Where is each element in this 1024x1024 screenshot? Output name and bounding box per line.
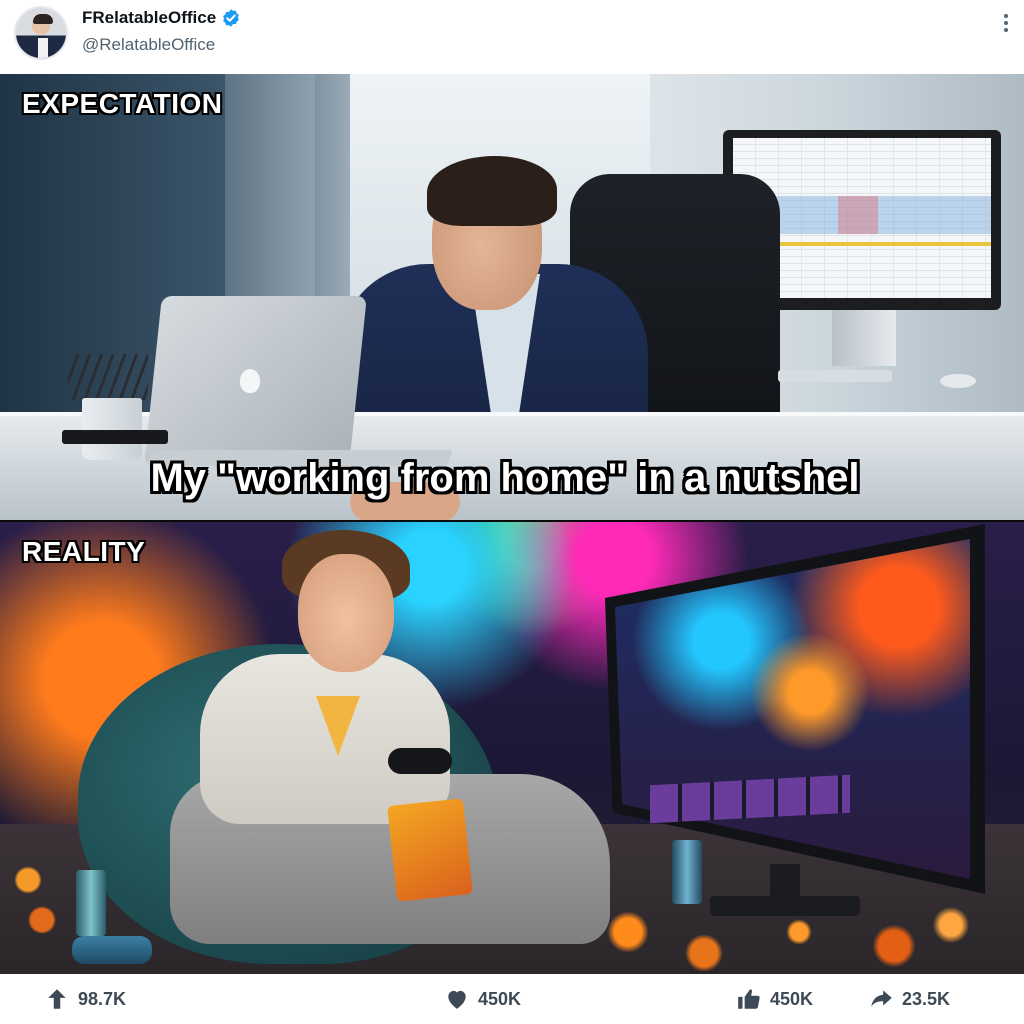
like-count: 450K <box>478 988 522 1009</box>
chips-bag <box>387 798 473 902</box>
thumbs-up-count: 450K <box>770 988 814 1009</box>
verified-badge-icon <box>223 9 239 27</box>
chip-crumbs <box>0 864 70 944</box>
author-handle[interactable]: @RelatableOffice <box>82 35 215 55</box>
office-worker-hair <box>427 156 557 226</box>
upvote-button[interactable]: 98.7K <box>44 986 126 1012</box>
monitor-stand <box>832 310 896 366</box>
computer-mouse <box>940 374 976 388</box>
heart-icon <box>448 990 466 1009</box>
energy-drink-can-fallen <box>72 936 152 964</box>
energy-drink-can <box>672 840 702 904</box>
apple-logo-icon <box>240 369 260 393</box>
action-bar: 98.7K 450K 450K 23.5K <box>0 974 1024 1024</box>
upvote-count: 98.7K <box>78 988 127 1009</box>
gamer-head <box>298 554 394 672</box>
share-count: 23.5K <box>902 988 951 1009</box>
like-button[interactable]: 450K <box>444 986 521 1012</box>
keyboard <box>778 370 892 382</box>
pens <box>68 354 148 400</box>
share-arrow-icon <box>871 990 892 1007</box>
gamer-tshirt <box>200 654 450 824</box>
game-controller-icon <box>388 748 452 774</box>
spreadsheet-highlight-yellow <box>763 242 991 246</box>
avatar-hair <box>33 14 53 24</box>
thumbs-up-button[interactable]: 450K <box>736 986 813 1012</box>
energy-drink-can <box>76 870 106 936</box>
upvote-arrow-icon <box>48 989 66 1009</box>
author-name[interactable]: FRelatableOffice <box>82 8 216 28</box>
reality-label: REALITY <box>22 536 146 567</box>
phone <box>62 430 168 444</box>
meme-caption: My "working from home" in a nutshel <box>150 456 860 500</box>
author-name-row[interactable]: FRelatableOffice <box>82 8 241 28</box>
thumbs-up-icon <box>738 989 760 1009</box>
avatar-collar <box>38 38 48 58</box>
share-button[interactable]: 23.5K <box>868 986 950 1012</box>
meme-image[interactable]: EXPECTATION My "working from home" in a … <box>0 74 1024 974</box>
pen-cup <box>82 398 142 460</box>
author-avatar[interactable] <box>14 6 68 60</box>
post-header: FRelatableOffice @RelatableOffice <box>0 0 1024 74</box>
expectation-label: EXPECTATION <box>22 88 223 119</box>
spreadsheet-highlight-red <box>838 196 878 234</box>
more-options-icon[interactable] <box>1002 14 1010 36</box>
chip-crumbs <box>590 904 970 974</box>
